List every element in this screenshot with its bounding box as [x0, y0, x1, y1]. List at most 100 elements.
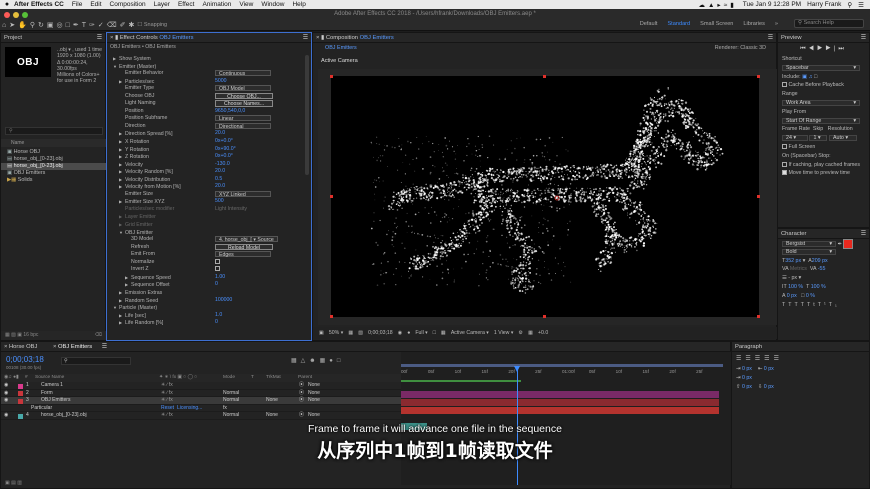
label-color-swatch[interactable] [18, 391, 23, 397]
bounding-handle[interactable] [543, 315, 546, 318]
layer-name[interactable]: Form [41, 390, 53, 398]
layer-name[interactable]: Particular [31, 405, 52, 413]
property-value[interactable]: -130.0 [215, 161, 230, 169]
subscript-icon[interactable]: T₁ [829, 302, 840, 308]
comp-subtab[interactable]: OBJ Emitters [325, 45, 357, 51]
style-dropdown[interactable]: Bold ▾ [782, 248, 836, 255]
list-item[interactable]: ▣ OBJ Emitters [1, 170, 106, 177]
selection-tool-icon[interactable]: ➤ [9, 21, 15, 29]
bounding-handle[interactable] [757, 75, 760, 78]
superscript-icon[interactable]: T¹ [818, 302, 829, 308]
new-comp-icon[interactable]: ▣ [17, 332, 22, 338]
footer-toggle-icon[interactable]: ▤ [11, 480, 16, 486]
comp-flowchart-icon[interactable]: ▦ [291, 358, 301, 364]
motion-blur-icon[interactable]: ● [329, 358, 337, 364]
paragraph-tab[interactable]: Paragraph [732, 342, 869, 352]
visibility-eye-icon[interactable]: ◉ [4, 412, 8, 420]
small-caps-icon[interactable]: Tt [807, 302, 818, 308]
effect-property-row[interactable]: ▼ Particle (Master) [107, 304, 302, 312]
snapshot-icon[interactable]: ◉ [398, 330, 403, 336]
effect-property-row[interactable]: Particles/sec modifier Light Intensity [107, 206, 302, 214]
property-value[interactable]: 1.00 [215, 274, 225, 282]
current-time[interactable]: 0;00;03;18 [368, 330, 393, 336]
hand-tool-icon[interactable]: ✋ [18, 21, 27, 29]
effect-property-row[interactable]: ▶ Velocity Random [%] 20.0 [107, 168, 302, 176]
property-value[interactable]: 500 [215, 198, 224, 206]
flowchart-icon[interactable]: ▦ [528, 330, 533, 336]
visibility-eye-icon[interactable]: ◉ [4, 382, 8, 390]
pen-tool-icon[interactable]: ✒ [73, 21, 79, 29]
property-value[interactable]: 0x+0.0° [215, 138, 233, 146]
timeline-timecode[interactable]: 0;00;03;18 [6, 355, 44, 364]
comp-canvas[interactable] [331, 76, 759, 317]
layer-trkmat-dropdown[interactable]: None [266, 397, 278, 405]
col-parent[interactable]: Parent [298, 374, 312, 382]
menu-list-icon[interactable]: ☰ [858, 1, 864, 9]
property-value[interactable]: 20.0 [215, 183, 225, 191]
fast-previews-icon[interactable]: ⚙ [518, 330, 523, 336]
zoom-dropdown[interactable]: 50% ▾ [329, 330, 343, 336]
align-center-icon[interactable]: ☰ [745, 356, 754, 362]
effect-property-row[interactable]: Emit From Edges [107, 251, 302, 259]
list-item[interactable]: ▣ Horse OBJ [1, 149, 106, 156]
layer-parent-dropdown[interactable]: None [308, 390, 320, 398]
if-caching-checkbox[interactable] [782, 161, 787, 167]
layer-name[interactable]: OBJ Emitters [41, 397, 70, 405]
layer-name[interactable]: Camera 1 [41, 382, 63, 390]
clone-tool-icon[interactable]: ✓ [98, 21, 104, 29]
fx-toggle-icon[interactable]: fx [223, 405, 227, 413]
roto-tool-icon[interactable]: ✐ [120, 21, 126, 29]
effect-property-row[interactable]: ▶ Emission Extras [107, 289, 302, 297]
apple-menu-icon[interactable]: ● [0, 1, 14, 8]
timeline-track-area[interactable]: 00f 05f 10f 15f 20f 25f 01:00f 05f 10f 15f 20f 25f [401, 352, 731, 485]
range-dropdown[interactable]: Work Area ▾ [782, 99, 860, 106]
property-value[interactable]: 5000 [215, 78, 227, 86]
effect-property-row[interactable]: Light Naming Choose Names... [107, 100, 302, 108]
bounding-handle[interactable] [330, 195, 333, 198]
layer-parent-dropdown[interactable]: None [308, 397, 320, 405]
rotate-tool-icon[interactable]: ↻ [38, 21, 44, 29]
menu-edit[interactable]: Edit [90, 1, 101, 8]
project-tab[interactable]: Project ☰ [1, 33, 105, 43]
effect-property-row[interactable]: ▶ Velocity -130.0 [107, 161, 302, 169]
visibility-eye-icon[interactable]: ◉ [4, 397, 8, 405]
font-size-value[interactable]: 352 px [785, 258, 801, 264]
renderer-label[interactable]: Renderer: Classic 3D [715, 45, 766, 51]
reset-link[interactable]: Reset [161, 405, 174, 413]
menu-layer[interactable]: Layer [154, 1, 170, 8]
first-frame-icon[interactable]: ⏮ [800, 46, 808, 52]
menu-file[interactable]: File [72, 1, 82, 8]
property-value[interactable]: 9650,540,0,0 [215, 108, 245, 116]
status-icons[interactable]: ☁▲▸≈▮ [698, 1, 736, 9]
fullscreen-checkbox[interactable] [782, 144, 787, 150]
bounding-handle[interactable] [543, 75, 546, 78]
layer-row[interactable]: ◉ 3 OBJ Emitters ✳ ∕ fx Normal None None ⦿ [1, 397, 401, 405]
layer-parent-dropdown[interactable]: None [308, 382, 320, 390]
bounding-handle[interactable] [757, 195, 760, 198]
layer-mode-dropdown[interactable]: Normal [223, 397, 239, 405]
layer-parent-dropdown[interactable]: None [308, 412, 320, 420]
property-value[interactable]: 20.0 [215, 168, 225, 176]
effect-property-row[interactable]: ▶ Random Seed 100000 [107, 297, 302, 305]
licensing-link[interactable]: Licensing... [177, 405, 202, 413]
hscale-value[interactable]: 100 % [811, 284, 826, 290]
list-item[interactable]: ▶▦ Solids [1, 177, 106, 184]
layer-row[interactable]: ◉ 2 Form ✳ ∕ fx Normal None ⦿ [1, 390, 401, 398]
workspace-more-icon[interactable]: » [775, 21, 778, 27]
property-value[interactable]: Light Intensity [215, 206, 247, 214]
grid-icon[interactable]: ▧ [358, 330, 363, 336]
effect-property-row[interactable]: ▶ Show System [107, 55, 302, 63]
shy-icon[interactable]: ☻ [309, 358, 319, 364]
prev-frame-icon[interactable]: ◀ [809, 46, 817, 52]
indent-left-value[interactable]: 0 px [742, 366, 752, 372]
camera-tool-icon[interactable]: ▣ [47, 21, 54, 29]
play-from-dropdown[interactable]: Start Of Range ▾ [782, 117, 860, 124]
effect-property-row[interactable]: ▶ Emitter Size XYZ 500 [107, 198, 302, 206]
workspace-standard[interactable]: Standard [667, 21, 690, 27]
parent-pickwhip-icon[interactable]: ⦿ [299, 412, 304, 420]
effect-property-row[interactable]: Choose OBJ Choose OBJ... [107, 92, 302, 101]
bpc-label[interactable]: 16 bpc [23, 332, 38, 338]
type-tool-icon[interactable]: T [82, 22, 86, 29]
include-overlay-icon[interactable]: □ [814, 74, 817, 80]
resolution-dropdown[interactable]: Full ▾ [415, 330, 427, 336]
